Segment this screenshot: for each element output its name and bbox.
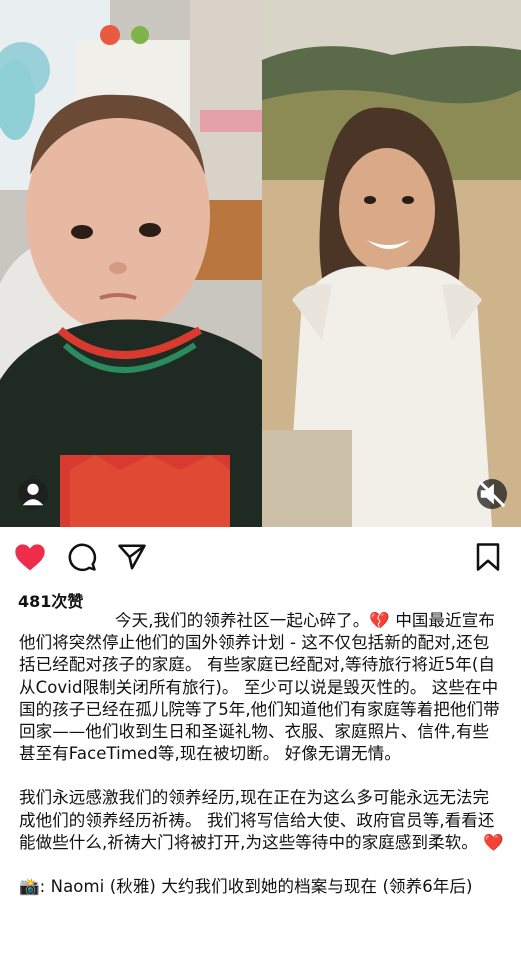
tag-people-button[interactable] <box>18 479 48 509</box>
post-action-bar <box>0 527 521 587</box>
share-button[interactable] <box>116 541 148 573</box>
caption-paragraph-2: 我们永远感激我们的领养经历,现在正在为这么多可能永远无法完成他们的领养经历祈祷。… <box>19 788 504 852</box>
save-button[interactable] <box>472 541 504 573</box>
girl-photo <box>262 0 521 527</box>
caption-paragraph-1: 今天,我们的领养社区一起心碎了。💔 中国最近宣布他们将突然停止他们的国外领养计划… <box>19 611 500 764</box>
likes-count[interactable]: 481次赞 <box>18 588 83 612</box>
post-media-carousel[interactable] <box>0 0 521 527</box>
heart-filled-icon <box>15 544 45 571</box>
person-tag-icon <box>22 483 44 506</box>
muted-speaker-icon <box>478 480 506 508</box>
like-button[interactable] <box>14 541 46 573</box>
comment-bubble-icon <box>68 543 97 572</box>
bookmark-icon <box>476 543 500 571</box>
mute-toggle-button[interactable] <box>477 479 507 509</box>
comment-button[interactable] <box>66 541 98 573</box>
caption-paragraph-3: 📸: Naomi (秋雅) 大约我们收到她的档案与现在 (领养6年后) <box>19 877 473 897</box>
paper-plane-icon <box>118 544 146 570</box>
baby-photo <box>0 0 262 527</box>
post-caption: 今天,我们的领养社区一起心碎了。💔 中国最近宣布他们将突然停止他们的国外领养计划… <box>19 610 505 898</box>
